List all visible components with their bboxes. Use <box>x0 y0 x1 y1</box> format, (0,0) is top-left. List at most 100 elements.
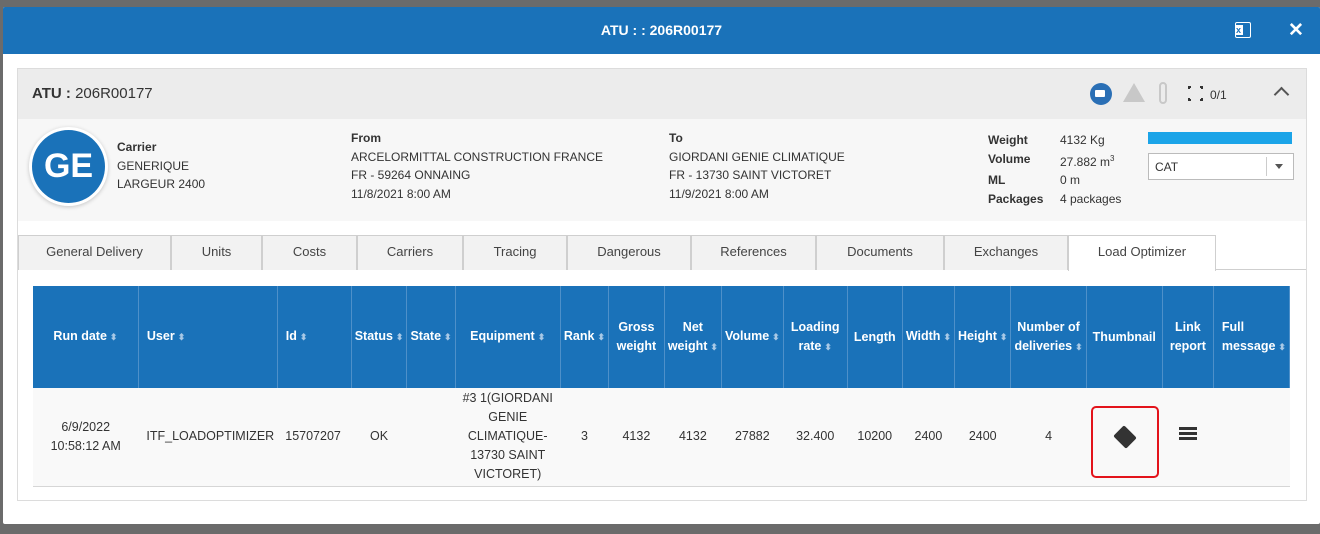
tab-units[interactable]: Units <box>171 235 262 270</box>
sort-icon[interactable]: ⬍ <box>178 332 186 342</box>
cell-net-weight: 4132 <box>664 388 722 487</box>
to-label: To <box>669 131 683 145</box>
carrier-avatar: GE <box>32 130 105 203</box>
table-row[interactable]: 6/9/2022 10:58:12 AM ITF_LOADOPTIMIZER 15… <box>33 388 1290 487</box>
modal-title: ATU : : 206R00177 <box>600 22 723 38</box>
cell-status: OK <box>351 388 407 487</box>
column-header-length[interactable]: Length <box>847 286 903 388</box>
cell-run-date: 6/9/2022 10:58:12 AM <box>33 388 139 487</box>
document-count: 0/1 <box>1210 88 1227 102</box>
carrier-label: Carrier <box>117 140 157 154</box>
sort-icon[interactable]: ⬍ <box>444 332 452 342</box>
column-header-loading-rate[interactable]: Loading rate ⬍ <box>783 286 848 388</box>
column-header-state[interactable]: State ⬍ <box>406 286 456 388</box>
from-block: From ARCELORMITTAL CONSTRUCTION FRANCE F… <box>351 129 603 203</box>
panel-header: ATU : 206R00177 0/1 <box>18 69 1306 119</box>
chevron-up-icon[interactable] <box>1273 86 1290 103</box>
sort-icon[interactable]: ⬍ <box>538 332 546 342</box>
column-header-run-date[interactable]: Run date ⬍ <box>33 286 139 388</box>
column-header-width[interactable]: Width ⬍ <box>902 286 956 388</box>
sort-icon[interactable]: ⬍ <box>1000 332 1008 342</box>
column-header-status[interactable]: Status ⬍ <box>351 286 408 388</box>
cell-equipment: #3 1(GIORDANI GENIE CLIMATIQUE- 13730 SAINT… <box>455 388 561 487</box>
table-header-row: Run date ⬍ User ⬍ Id ⬍ Status ⬍ State ⬍ Equipment ⬍… <box>33 286 1291 388</box>
cell-volume: 27882 <box>721 388 784 487</box>
from-date: 11/8/2021 8:00 AM <box>351 186 451 201</box>
warning-icon[interactable] <box>1123 83 1145 102</box>
load-fill-bar <box>1148 132 1292 144</box>
cell-width: 2400 <box>902 388 955 487</box>
chevron-down-icon <box>1275 164 1283 169</box>
load-fill-level <box>1148 132 1292 144</box>
column-header-number-of-deliveries[interactable]: Number of deliveries ⬍ <box>1010 286 1087 388</box>
weight-value: 4132 Kg <box>1060 133 1105 147</box>
close-icon[interactable]: ✕ <box>1288 19 1304 42</box>
column-header-full-message[interactable]: Full message ⬍ <box>1213 286 1291 388</box>
sort-icon[interactable]: ⬍ <box>772 332 780 342</box>
tab-load-optimizer[interactable]: Load Optimizer <box>1068 235 1216 271</box>
sort-icon[interactable]: ⬍ <box>1075 342 1083 352</box>
list-icon[interactable] <box>1178 426 1197 441</box>
cell-loading-rate: 32.400 <box>783 388 848 487</box>
tab-references[interactable]: References <box>691 235 816 270</box>
truck-icon[interactable] <box>1090 83 1112 105</box>
column-header-user[interactable]: User ⬍ <box>138 286 278 388</box>
sort-icon[interactable]: ⬍ <box>824 342 832 352</box>
tab-carriers[interactable]: Carriers <box>357 235 463 270</box>
category-select[interactable]: CAT <box>1148 153 1294 180</box>
to-address: FR - 13730 SAINT VICTORET <box>669 168 832 182</box>
column-header-volume[interactable]: Volume ⬍ <box>721 286 784 388</box>
detail-tabs: General Delivery Units Costs Carriers Tracin… <box>18 235 1306 271</box>
sort-icon[interactable]: ⬍ <box>943 332 951 342</box>
excel-export-icon[interactable] <box>1235 22 1251 38</box>
tab-costs[interactable]: Costs <box>262 235 357 270</box>
sort-icon[interactable]: ⬍ <box>597 332 605 342</box>
atu-value: 206R00177 <box>75 85 153 102</box>
cube-icon[interactable] <box>1113 425 1137 449</box>
sort-icon[interactable]: ⬍ <box>300 332 308 342</box>
column-header-thumbnail[interactable]: Thumbnail <box>1086 286 1163 388</box>
to-date: 11/9/2021 8:00 AM <box>669 186 769 201</box>
column-header-gross-weight[interactable]: Gross weight <box>608 286 665 388</box>
tab-documents[interactable]: Documents <box>816 235 944 270</box>
column-header-equipment[interactable]: Equipment ⬍ <box>455 286 561 388</box>
tab-tracing[interactable]: Tracing <box>463 235 567 270</box>
from-address: FR - 59264 ONNAING <box>351 168 471 182</box>
cell-length: 10200 <box>847 388 903 487</box>
carrier-detail: LARGEUR 2400 <box>117 177 206 191</box>
column-header-height[interactable]: Height ⬍ <box>954 286 1012 388</box>
sort-icon[interactable]: ⬍ <box>396 332 404 342</box>
atu-panel: ATU : 206R00177 0/1 GE Carrier GENERIQUE… <box>17 68 1307 501</box>
cell-deliveries: 4 <box>1010 388 1087 487</box>
atu-modal: ATU : : 206R00177 ✕ ATU : 206R00177 0/1 … <box>3 7 1320 524</box>
atu-label: ATU : 206R00177 <box>32 85 153 102</box>
attachment-icon[interactable] <box>1159 82 1167 104</box>
thumbnail-highlight[interactable] <box>1091 406 1160 478</box>
cell-thumbnail <box>1086 388 1163 487</box>
cell-link-report <box>1162 388 1214 487</box>
tab-dangerous[interactable]: Dangerous <box>567 235 691 270</box>
cell-user: ITF_LOADOPTIMIZER <box>138 388 278 487</box>
sort-icon[interactable]: ⬍ <box>710 342 718 352</box>
cell-full-message <box>1213 388 1290 487</box>
volume-value: 27.882 m3 <box>1060 153 1115 169</box>
cell-id: 15707207 <box>277 388 352 487</box>
sort-icon[interactable]: ⬍ <box>110 332 118 342</box>
to-block: To GIORDANI GENIE CLIMATIQUE FR - 13730 … <box>669 129 845 203</box>
tab-exchanges[interactable]: Exchanges <box>944 235 1068 270</box>
column-header-net-weight[interactable]: Net weight ⬍ <box>664 286 722 388</box>
ml-value: 0 m <box>1060 173 1081 187</box>
shipment-info: GE Carrier GENERIQUE LARGEUR 2400 From A… <box>18 119 1306 221</box>
load-optimizer-table: Run date ⬍ User ⬍ Id ⬍ Status ⬍ State ⬍ Equipment ⬍… <box>33 286 1291 487</box>
weight-label: Weight <box>988 133 1028 147</box>
column-header-id[interactable]: Id ⬍ <box>277 286 352 388</box>
shipment-metrics: Weight 4132 Kg Volume 27.882 m3 ML 0 m Pack… <box>988 131 1121 208</box>
to-company: GIORDANI GENIE CLIMATIQUE <box>669 149 845 164</box>
column-header-rank[interactable]: Rank ⬍ <box>560 286 609 388</box>
packages-label: Packages <box>988 191 1044 206</box>
sort-icon[interactable]: ⬍ <box>1278 342 1286 352</box>
column-header-link-report[interactable]: Link report <box>1162 286 1214 388</box>
cell-rank: 3 <box>560 388 609 487</box>
tab-general-delivery[interactable]: General Delivery <box>18 235 171 270</box>
carrier-name: GENERIQUE <box>117 158 190 173</box>
